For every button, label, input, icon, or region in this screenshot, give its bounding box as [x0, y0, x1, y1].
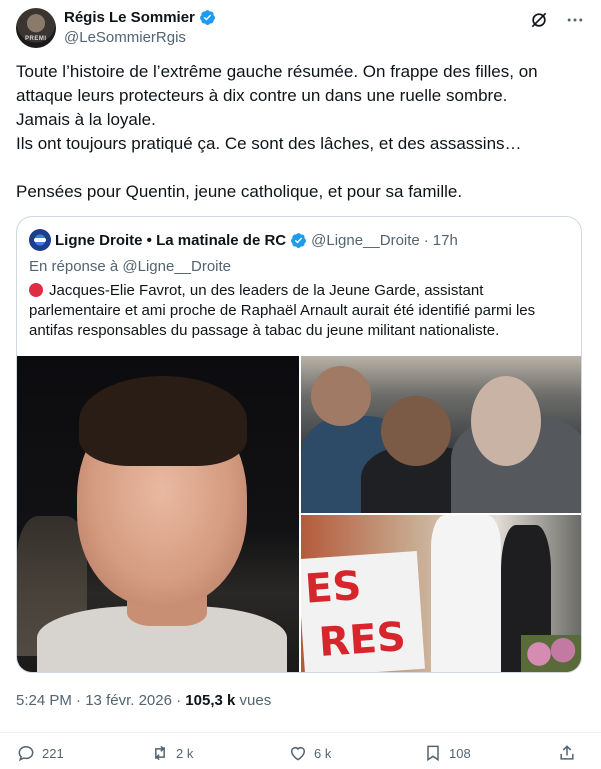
repost-icon	[155, 745, 165, 761]
meta-separator: ·	[76, 692, 82, 709]
tweet-meta: 5:24 PM · 13 févr. 2026 · 105,3 k vues	[16, 692, 271, 709]
reply-count: 221	[42, 745, 64, 761]
media-grid: ES RES	[17, 356, 581, 672]
heart-icon	[291, 747, 305, 761]
bookmark-icon	[427, 745, 439, 762]
views-count: 105,3 k	[185, 692, 236, 709]
quoted-tweet-card[interactable]: Ligne Droite • La matinale de RC @Ligne_…	[16, 216, 582, 673]
quote-author-name: Ligne Droite • La matinale de RC	[55, 231, 287, 249]
quote-author-handle: @Ligne__Droite	[311, 231, 420, 249]
quote-time: 17h	[432, 231, 458, 249]
reply-button[interactable]: 221	[16, 743, 64, 763]
banner-text: ES	[303, 562, 363, 613]
tweet-line: Pensées pour Quentin, jeune catholique, …	[16, 182, 463, 201]
repost-button[interactable]: 2 k	[150, 743, 193, 763]
grok-icon[interactable]	[529, 10, 549, 30]
quote-text: Jacques-Elie Favrot, un des leaders de l…	[29, 282, 536, 339]
tweet-line	[16, 156, 576, 180]
reply-icon	[18, 745, 34, 762]
author-name-row[interactable]: Régis Le Sommier	[64, 9, 216, 26]
tweet-line: Jamais à la loyale.	[16, 110, 156, 129]
hair-shape	[79, 376, 247, 466]
person-head-shape	[381, 396, 451, 466]
action-bar: 221 2 k 6 k 108	[0, 732, 601, 768]
quote-separator: ·	[423, 231, 429, 249]
person-head-shape	[311, 366, 371, 426]
more-options-icon[interactable]	[565, 10, 585, 30]
share-button[interactable]	[557, 743, 577, 763]
flowers-shape	[521, 635, 581, 672]
post-time[interactable]: 5:24 PM	[16, 692, 72, 709]
bookmark-button[interactable]: 108	[423, 743, 471, 763]
quote-header: Ligne Droite • La matinale de RC @Ligne_…	[29, 229, 458, 251]
quote-text-block: Jacques-Elie Favrot, un des leaders de l…	[29, 281, 569, 341]
quote-avatar	[29, 229, 51, 251]
media-photo-portrait[interactable]	[17, 356, 299, 672]
repost-count: 2 k	[176, 745, 194, 761]
author-handle[interactable]: @LeSommierRgis	[64, 29, 186, 46]
tweet-line: Ils ont toujours pratiqué ça. Ce sont de…	[16, 134, 522, 153]
verified-badge-icon	[199, 10, 215, 25]
views-label: vues	[239, 692, 272, 709]
verified-badge-icon	[291, 232, 307, 248]
header-actions	[529, 10, 585, 30]
author-name[interactable]: Régis Le Sommier	[64, 9, 195, 26]
tweet-header: PREMI Régis Le Sommier @LeSommierRgis	[16, 6, 585, 50]
tweet-text: Toute l’histoire de l’extrême gauche rés…	[16, 60, 576, 204]
quote-reply-to: En réponse à @Ligne__Droite	[29, 258, 232, 275]
like-button[interactable]: 6 k	[288, 743, 331, 763]
protest-banner: ES RES	[301, 550, 425, 672]
meta-separator: ·	[176, 692, 182, 709]
person-shape	[431, 515, 501, 672]
post-date[interactable]: 13 févr. 2026	[85, 692, 172, 709]
avatar-badge-text: PREMI	[25, 36, 47, 42]
media-photo-crowd[interactable]	[301, 356, 581, 513]
person-head-shape	[471, 376, 541, 466]
banner-text: RES	[317, 613, 408, 666]
red-circle-icon	[29, 283, 43, 297]
like-count: 6 k	[314, 745, 332, 761]
tweet-line: Toute l’histoire de l’extrême gauche rés…	[16, 62, 543, 105]
avatar[interactable]: PREMI	[16, 8, 56, 48]
bookmark-count: 108	[449, 745, 471, 761]
share-icon	[560, 745, 574, 760]
media-photo-banner[interactable]: ES RES	[301, 515, 581, 672]
